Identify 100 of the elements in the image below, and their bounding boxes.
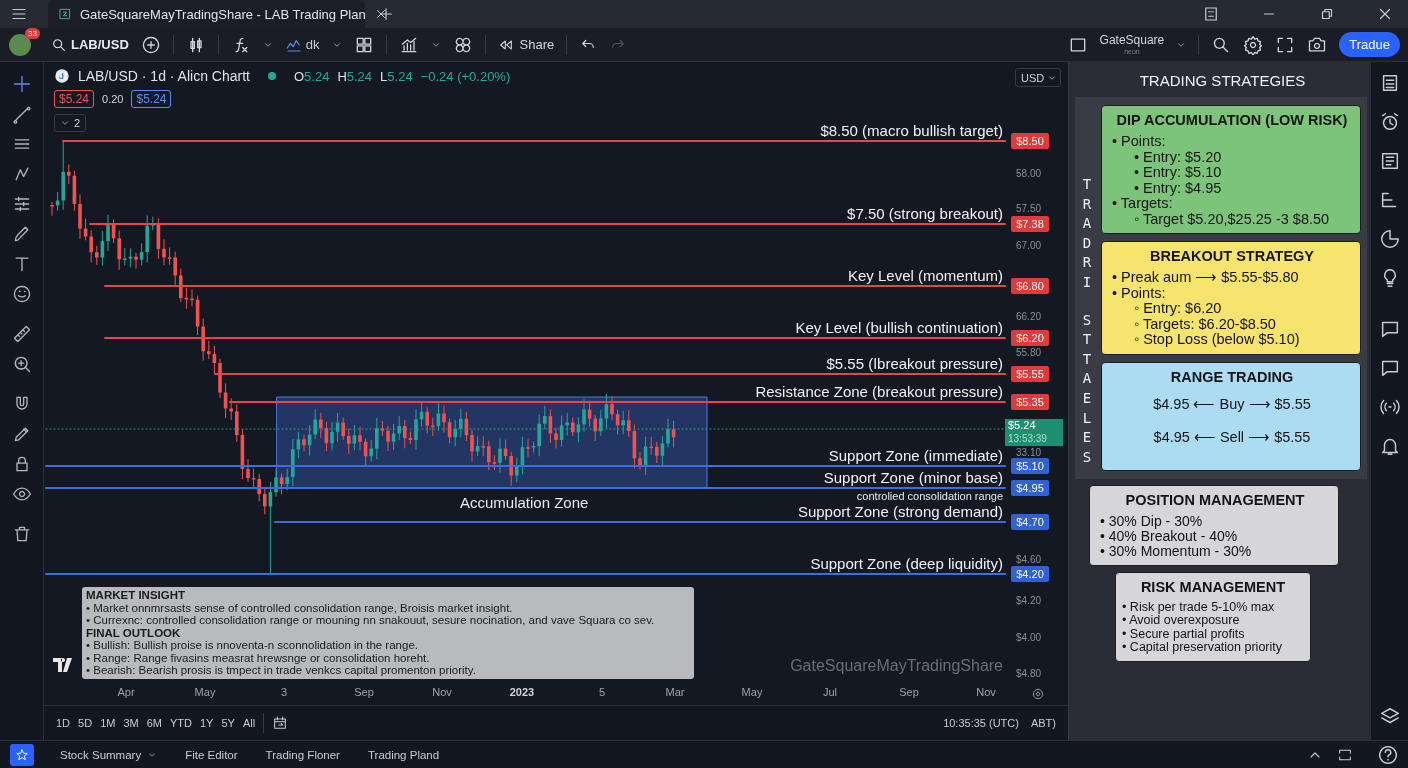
- price-change: −0.24 (+0.20%): [420, 68, 511, 84]
- level-label: Support Zone (strong demand): [797, 503, 1003, 520]
- card-text: • Risk per trade 5-10% max: [1122, 600, 1276, 614]
- level-label: Key Level (bullish continuation): [795, 319, 1003, 336]
- level-label: Support Zone (deep liquidity): [810, 555, 1003, 572]
- time-axis-label: Nov: [431, 686, 453, 698]
- currency-dropdown[interactable]: USD: [1015, 68, 1061, 87]
- clock-text: 10:35:35 (UTC): [943, 717, 1019, 729]
- card-text: • 40% Breakout - 40%: [1100, 528, 1239, 544]
- range-button[interactable]: 3M: [123, 717, 139, 729]
- ohlc-value: O5.24: [293, 68, 330, 84]
- insight-text: • Market onnmrsasts sense of controlled consolidation range, Broisis market insight.: [86, 601, 514, 614]
- price-tag: $4.95: [1011, 480, 1049, 496]
- insight-text: • Currexnc: controlled consolidation range or mouning nn snakouut, sesure nocination, and vave Squara co sev.: [86, 614, 656, 627]
- card-title: POSITION MANAGEMENT: [1124, 491, 1306, 508]
- time-axis-label: May: [740, 686, 764, 698]
- trade-button[interactable]: Tradue: [1339, 32, 1400, 57]
- range-button[interactable]: YTD: [169, 717, 192, 729]
- price-axis-label: 58.00: [1016, 167, 1042, 179]
- card-text: • Targets:: [1112, 196, 1173, 212]
- vertical-label: STTAELES: [1081, 310, 1093, 467]
- price-axis-label: 57.50: [1016, 202, 1042, 214]
- range-button[interactable]: 6M: [146, 717, 162, 729]
- price-axis-label: 66.20: [1016, 310, 1042, 322]
- spread-value: 0.20: [102, 93, 124, 105]
- symbol-search[interactable]: LAB/USD: [51, 36, 129, 53]
- card-text: • Entry: $5.20: [1133, 149, 1223, 165]
- card-text: • Entry: $5.10: [1133, 165, 1223, 181]
- time-axis-label: Mar: [664, 686, 686, 698]
- time-axis-label: 2023: [508, 686, 536, 698]
- time-axis-label: Nov: [975, 686, 997, 698]
- level-label: Resistance Zone (breakout pressure): [755, 383, 1003, 400]
- card-text: ◦ Entry: $6.20: [1133, 301, 1223, 317]
- range-button[interactable]: 5Y: [221, 717, 235, 729]
- insight-heading: MARKET INSIGHT: [86, 589, 187, 602]
- card-text: • Preak aum ⟶ $5.55-$5.80: [1112, 270, 1300, 286]
- range-button[interactable]: 5D: [78, 717, 93, 729]
- buy-price[interactable]: $5.24: [131, 90, 172, 108]
- sell-price[interactable]: $5.24: [54, 90, 95, 108]
- vertical-label: TRADRI: [1081, 175, 1093, 292]
- price-tag: $4.20: [1011, 566, 1049, 582]
- insight-text: • Bullish: Bullish proise is nnoventa-n sconnolidation in the range.: [86, 639, 419, 652]
- bottom-tab[interactable]: Stock Summary: [60, 748, 158, 761]
- time-axis-label: 5: [597, 686, 607, 698]
- insight-text: • Range: Range fivasins measrat hrewsnge or consolidation horeht.: [86, 651, 431, 664]
- time-axis-label: May: [193, 686, 217, 698]
- range-button[interactable]: 1Y: [199, 717, 214, 729]
- price-tag: $7.38: [1011, 216, 1049, 232]
- card-text: • Points:: [1112, 285, 1167, 301]
- level-label: Key Level (momentum): [847, 267, 1003, 284]
- card-text: • Points:: [1112, 134, 1167, 150]
- notification-badge: 33: [25, 27, 40, 39]
- level-label: Support Zone (immediate): [828, 447, 1003, 464]
- symbol-text: LAB/USD: [71, 37, 129, 52]
- bottom-tab[interactable]: Trading Pland: [367, 748, 440, 761]
- bottom-tab[interactable]: Fite Editor: [185, 748, 238, 761]
- time-axis-label: Sep: [898, 686, 920, 698]
- current-price-tag: $5.24 13:53:39: [1005, 419, 1063, 446]
- price-tag: $5.55: [1011, 366, 1049, 382]
- price-tag: $4.70: [1011, 514, 1049, 530]
- card-text: ◦ Target $5.20,$25.25 -3 $8.50: [1134, 211, 1331, 227]
- price-tag: $8.50: [1011, 133, 1049, 149]
- price-axis-label: 33.10: [1016, 447, 1042, 458]
- chart-symbol-title: LAB/USD · 1d · Alicn Chartt: [78, 68, 250, 84]
- range-button[interactable]: 1M: [100, 717, 116, 729]
- zone-note: controlied consolidation range: [856, 490, 1003, 503]
- card-title: DIP ACCUMULATION (LOW RISK): [1115, 112, 1349, 128]
- card-title: BREAKOUT STRATEGY: [1148, 248, 1316, 264]
- card-text: • Secure partial profits: [1122, 627, 1246, 641]
- panel-title: TRADING STRATEGIES: [1138, 71, 1307, 91]
- card-text: • Avoid overexposure: [1122, 614, 1241, 628]
- price-tag: $5.35: [1011, 394, 1049, 410]
- range-button[interactable]: All: [242, 717, 256, 729]
- card-text: • 30% Momentum - 30%: [1100, 543, 1253, 559]
- price-axis-label: $4.20: [1016, 594, 1042, 606]
- range-button[interactable]: 1D: [56, 717, 71, 729]
- card-title: RANGE TRADING: [1169, 368, 1295, 385]
- price-axis-label: $4.80: [1016, 667, 1042, 679]
- level-label: $7.50 (strong breakout): [847, 205, 1003, 222]
- bottom-tab[interactable]: Trading Floner: [265, 748, 340, 761]
- share-button[interactable]: Share: [497, 36, 555, 53]
- card-text: ◦ Stop Loss (below $5.10): [1133, 332, 1301, 348]
- insight-text: • Bearish: Bearish prosis is tmpect in trade venkcs capital promenton priority.: [86, 664, 477, 677]
- card-text: $4.95 ⟵ Sell ⟶ $5.55: [1152, 430, 1312, 446]
- session-text: ABT): [1030, 717, 1056, 729]
- card-text: • Entry: $4.95: [1133, 180, 1223, 196]
- level-label: Support Zone (minor base): [823, 469, 1003, 486]
- card-text: $4.95 ⟵ Buy ⟶ $5.55: [1152, 396, 1312, 412]
- zone-label: Accumulation Zone: [460, 494, 589, 511]
- indicators-toggle[interactable]: 2: [54, 114, 87, 132]
- price-tag: $5.10: [1011, 458, 1049, 474]
- time-axis-label: Sep: [353, 686, 375, 698]
- chart-watermark: GateSquareMayTradingShare: [790, 657, 1003, 675]
- ohlc-value: H5.24: [337, 68, 373, 84]
- card-text: • 30% Dip - 30%: [1100, 513, 1204, 529]
- price-axis-label: $4.60: [1016, 553, 1042, 565]
- ohlc-value: L5.24: [380, 68, 413, 84]
- card-text: • Capital preservation priority: [1122, 641, 1283, 655]
- indicators-button[interactable]: dk: [284, 35, 320, 54]
- insight-heading: FINAL OUTLOOK: [86, 626, 182, 639]
